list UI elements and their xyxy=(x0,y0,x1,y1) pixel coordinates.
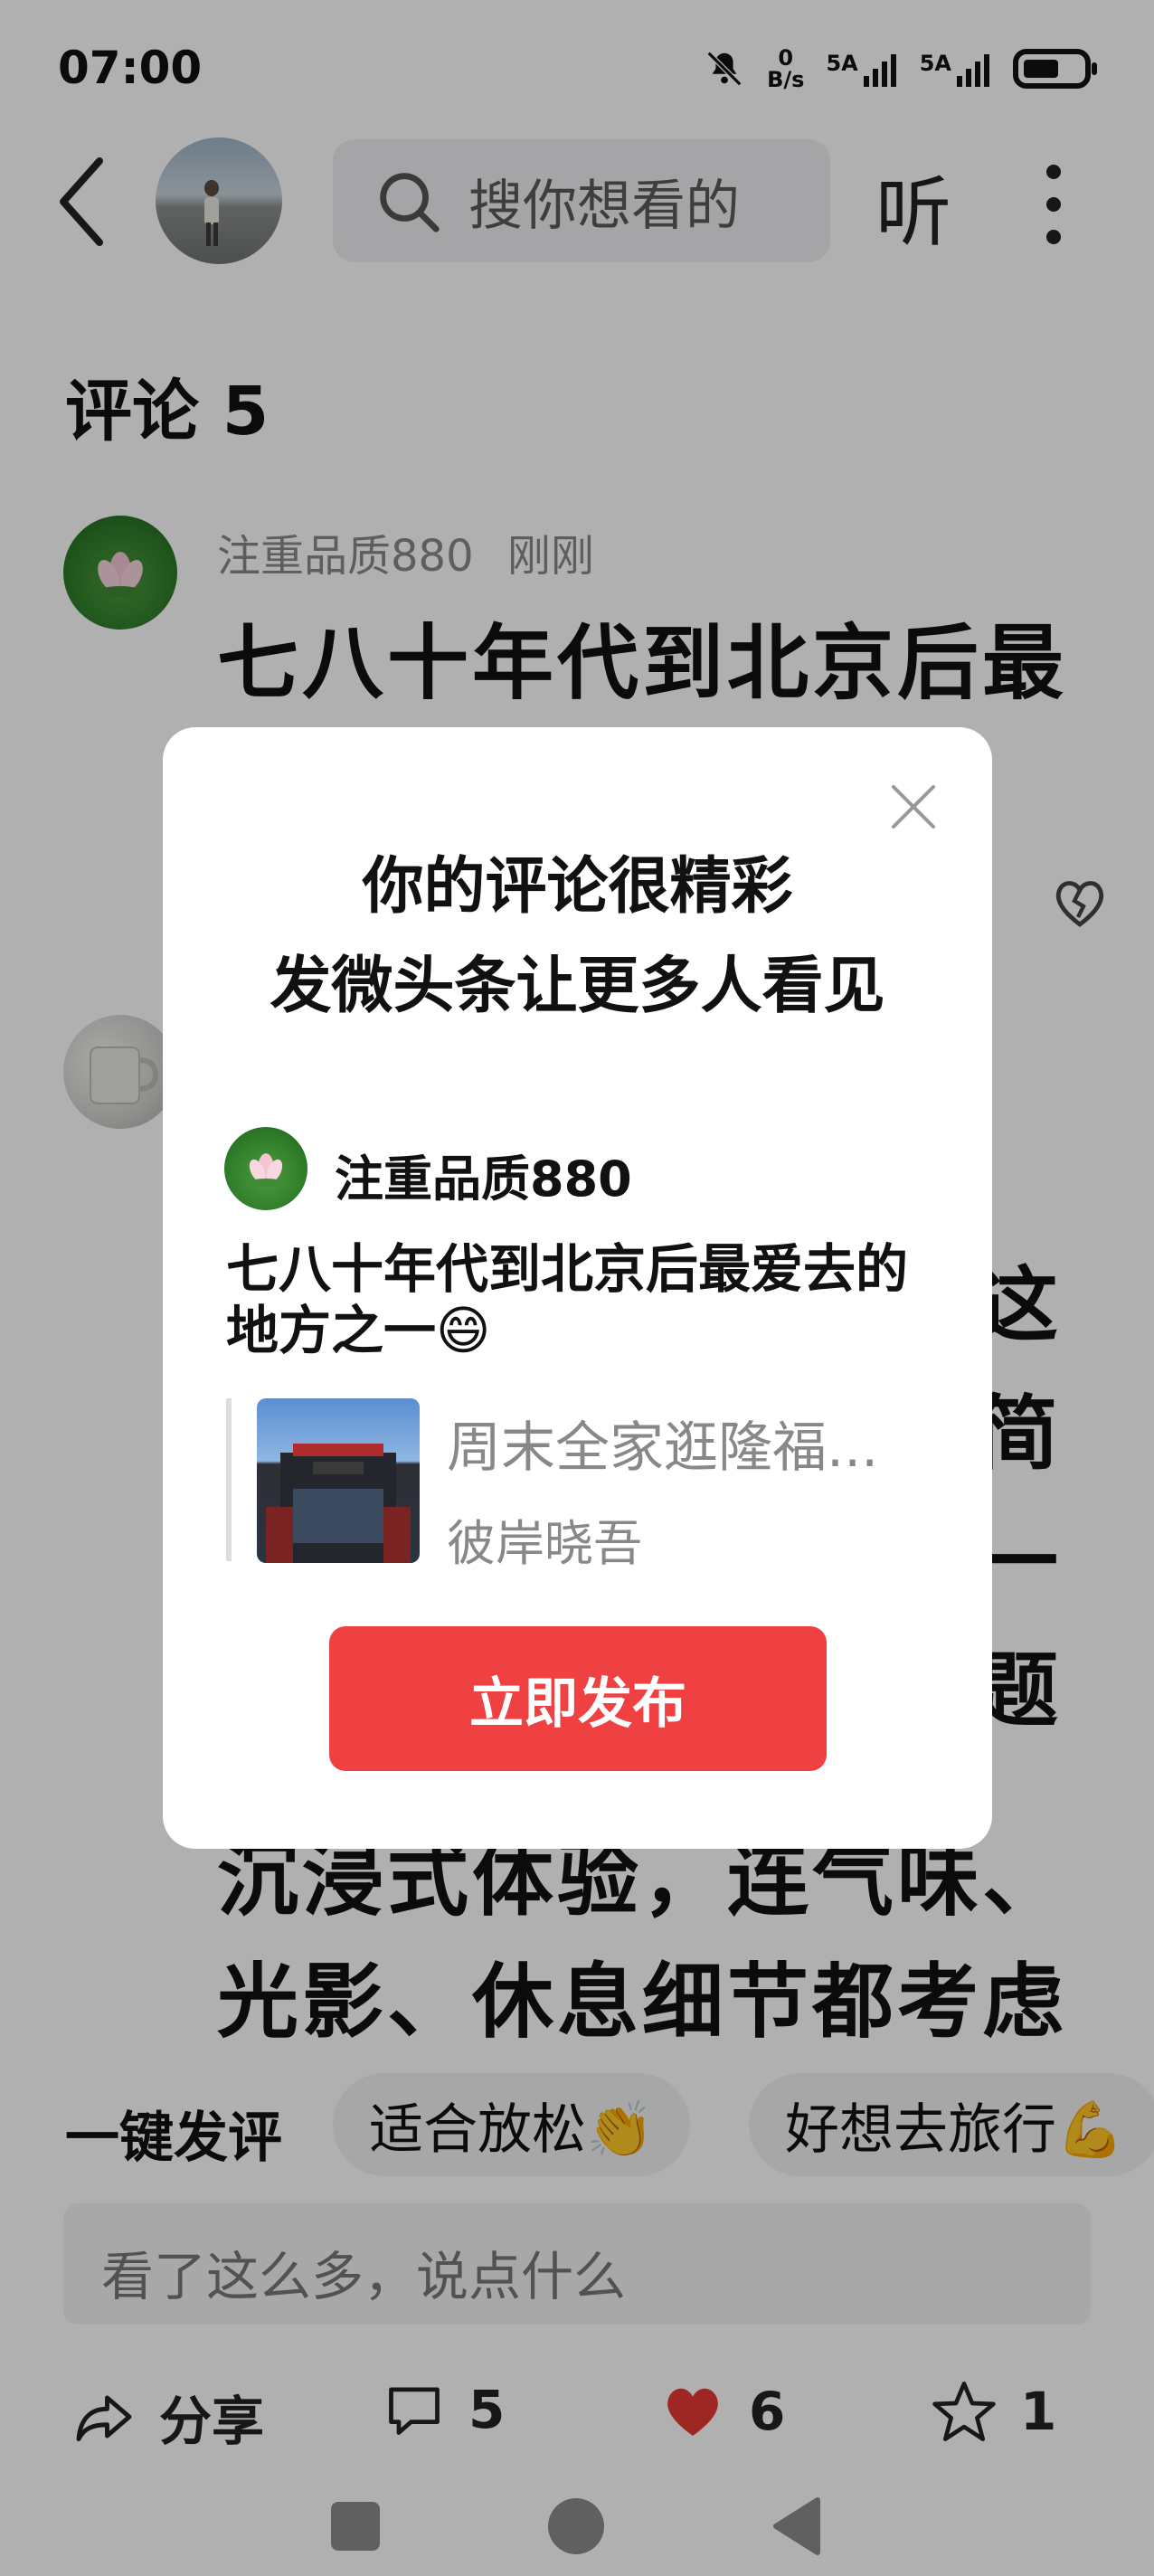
lotus-icon xyxy=(249,1153,283,1187)
publish-button[interactable]: 立即发布 xyxy=(329,1626,827,1771)
share-comment-dialog: 你的评论很精彩 发微头条让更多人看见 注重品质880 七八十年代到北京后最爱去的… xyxy=(163,727,992,1849)
building-photo-icon xyxy=(266,1444,411,1563)
dialog-username: 注重品质880 xyxy=(335,1151,632,1208)
quote-bar xyxy=(226,1398,232,1561)
dialog-title-line1: 你的评论很精彩 xyxy=(362,851,793,923)
close-icon[interactable] xyxy=(886,780,941,834)
dialog-title-line2: 发微头条让更多人看见 xyxy=(270,951,885,1022)
dialog-user-avatar xyxy=(224,1127,307,1210)
article-author: 彼岸晓吾 xyxy=(447,1515,642,1572)
article-thumbnail xyxy=(257,1398,420,1563)
article-title: 周末全家逛隆福... xyxy=(447,1416,879,1480)
dialog-comment-text: 七八十年代到北京后最爱去的地方之一😄 xyxy=(226,1238,909,1361)
